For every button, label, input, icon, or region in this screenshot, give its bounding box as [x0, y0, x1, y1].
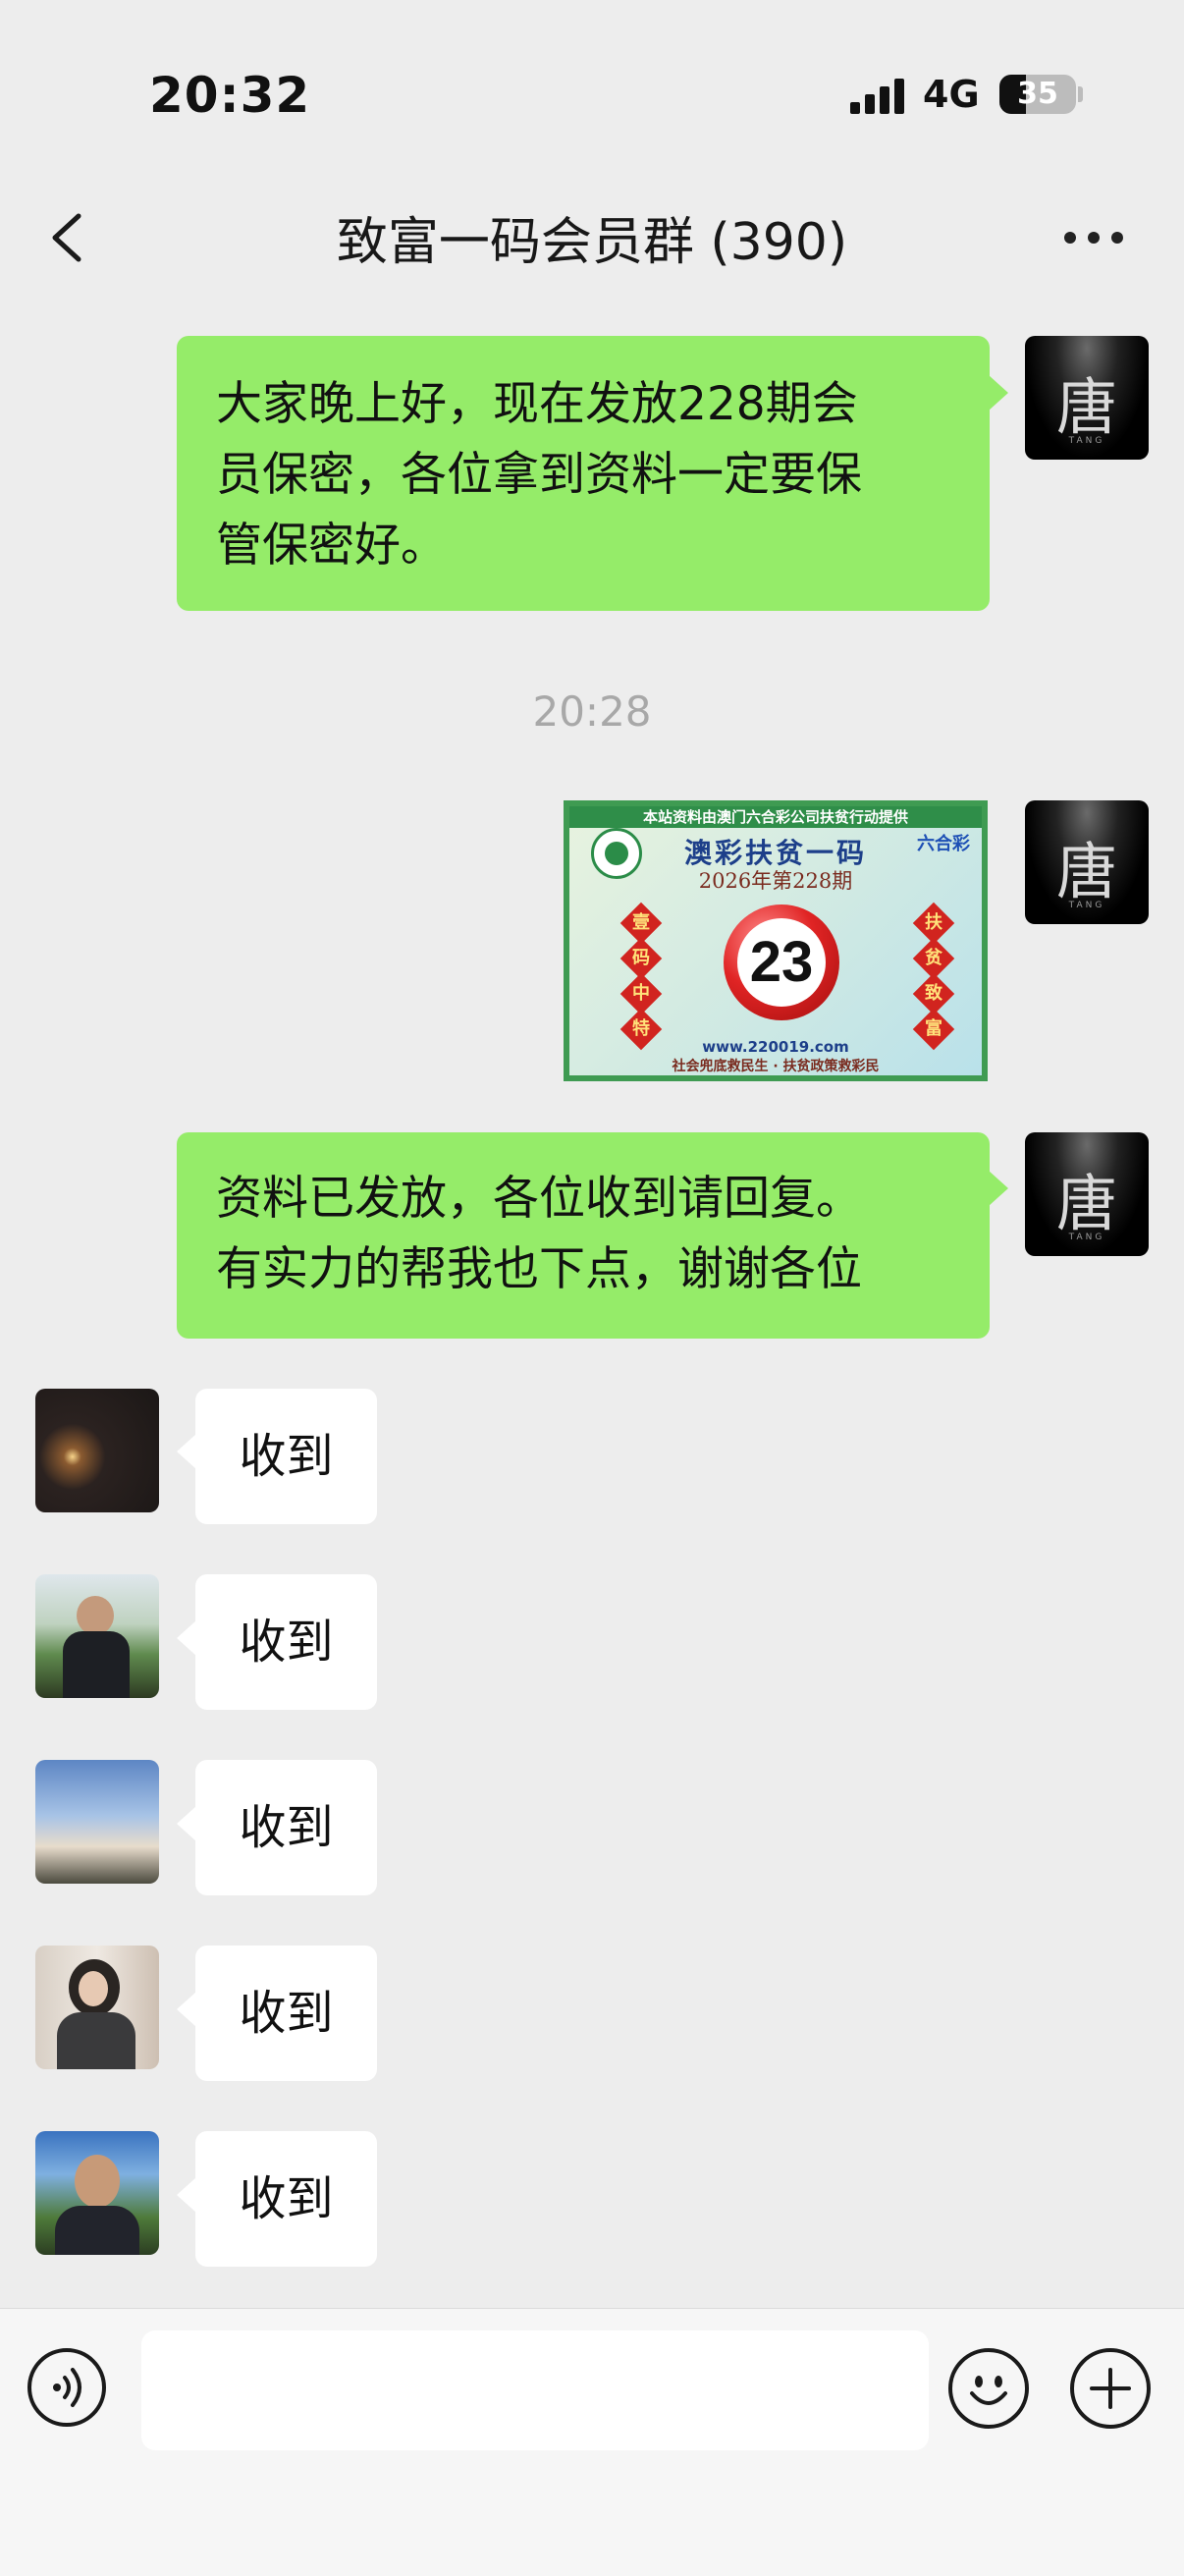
emoji-button[interactable]: [948, 2348, 1029, 2429]
battery-icon: 35: [999, 75, 1076, 114]
bubble-tail: [177, 2177, 196, 2213]
image-issue: 2026年第228期: [698, 869, 853, 893]
avatar[interactable]: [35, 1574, 159, 1698]
avatar-subtitle: TANG: [1068, 1233, 1105, 1242]
battery-level: 35: [1017, 77, 1058, 111]
status-time: 20:32: [149, 67, 311, 124]
image-char: 扶: [925, 912, 942, 933]
image-top-banner: 本站资料由澳门六合彩公司扶贫行动提供: [569, 806, 982, 828]
bubble-tail: [989, 375, 1008, 411]
voice-button[interactable]: [27, 2348, 106, 2427]
avatar[interactable]: [35, 2131, 159, 2255]
cellular-signal-icon: [850, 77, 905, 114]
avatar-subtitle: TANG: [1068, 436, 1105, 446]
message-text: 收到: [239, 2171, 334, 2226]
image-left-column: 壹 码 中 特: [619, 902, 663, 1051]
battery-tip: [1078, 86, 1083, 102]
avatar-subtitle: TANG: [1068, 901, 1105, 910]
bubble-tail: [177, 1620, 196, 1656]
avatar-char: 唐: [1055, 371, 1117, 443]
avatar-char: 唐: [1055, 1168, 1117, 1239]
image-char: 贫: [925, 948, 942, 968]
bubble-tail: [177, 1992, 196, 2027]
image-char: 致: [925, 983, 942, 1004]
message-input[interactable]: [141, 2330, 929, 2450]
avatar[interactable]: 唐 TANG: [1025, 336, 1149, 460]
message-line: 员保密，各位拿到资料一定要保: [216, 448, 862, 502]
received-message-bubble[interactable]: 收到: [195, 1946, 377, 2081]
avatar-char: 唐: [1055, 836, 1117, 907]
lottery-number: 23: [737, 918, 826, 1007]
avatar[interactable]: [35, 1389, 159, 1512]
message-line: 资料已发放，各位收到请回复。: [216, 1172, 862, 1226]
more-dots-icon: [1064, 232, 1076, 244]
avatar[interactable]: 唐 TANG: [1025, 800, 1149, 924]
message-timestamp: 20:28: [532, 687, 652, 736]
avatar[interactable]: [35, 1946, 159, 2069]
voice-icon: [53, 2368, 81, 2407]
avatar[interactable]: [35, 1760, 159, 1884]
bubble-tail: [177, 1806, 196, 1841]
message-image[interactable]: 本站资料由澳门六合彩公司扶贫行动提供 六合彩 澳彩扶贫一码 2026年第228期…: [564, 800, 988, 1081]
received-message-bubble[interactable]: 收到: [195, 1760, 377, 1895]
sent-message-bubble[interactable]: 大家晚上好，现在发放228期会 员保密，各位拿到资料一定要保 管保密好。: [177, 336, 990, 611]
message-text: 收到: [239, 1986, 334, 2041]
image-char: 中: [632, 983, 650, 1004]
message-line: 管保密好。: [216, 519, 447, 573]
page-title: 致富一码会员群 (390): [336, 213, 848, 272]
bubble-tail: [989, 1171, 1008, 1206]
image-url: www.220019.com: [702, 1038, 849, 1056]
more-button[interactable]: [1064, 232, 1123, 246]
message-text: 收到: [239, 1615, 334, 1670]
back-button[interactable]: [41, 206, 100, 269]
plus-icon: [1090, 2368, 1131, 2409]
chevron-left-icon: [52, 213, 81, 262]
message-line: 有实力的帮我也下点，谢谢各位: [216, 1242, 862, 1296]
received-message-bubble[interactable]: 收到: [195, 1389, 377, 1524]
sent-message-bubble[interactable]: 资料已发放，各位收到请回复。 有实力的帮我也下点，谢谢各位: [177, 1132, 990, 1339]
image-right-column: 扶 贫 致 富: [912, 902, 955, 1051]
bubble-tail: [177, 1434, 196, 1469]
image-char: 码: [632, 948, 650, 968]
message-line: 大家晚上好，现在发放228期会: [216, 377, 858, 431]
emoji-icon: [970, 2376, 1007, 2405]
input-bar: [0, 2308, 1184, 2576]
message-text: 收到: [239, 1429, 334, 1484]
image-slogan: 社会兜底救民生 · 扶贫政策救彩民: [672, 1059, 880, 1074]
image-char: 壹: [632, 912, 650, 933]
message-text: 收到: [239, 1800, 334, 1855]
lottery-ball: 23: [724, 904, 839, 1020]
network-type: 4G: [923, 73, 980, 116]
received-message-bubble[interactable]: 收到: [195, 1574, 377, 1710]
plus-button[interactable]: [1070, 2348, 1151, 2429]
received-message-bubble[interactable]: 收到: [195, 2131, 377, 2267]
avatar[interactable]: 唐 TANG: [1025, 1132, 1149, 1256]
